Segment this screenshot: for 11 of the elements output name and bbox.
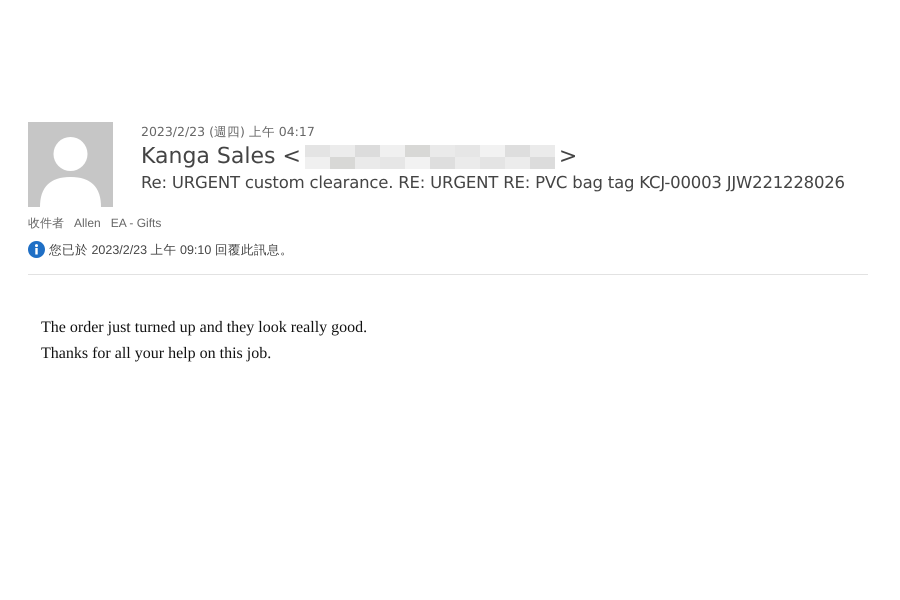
recipient-name[interactable]: EA - Gifts xyxy=(110,215,162,231)
info-icon xyxy=(28,241,45,258)
reply-notice: 您已於 2023/2/23 上午 09:10 回覆此訊息。 xyxy=(49,242,293,258)
sent-date: 2023/2/23 (週四) 上午 04:17 xyxy=(141,124,316,140)
body-text: Thanks for all your help on this job. xyxy=(41,345,272,362)
sender-bracket: > xyxy=(558,143,578,171)
recipient-name[interactable]: Allen xyxy=(74,215,101,231)
body-text: The order just turned up and they look really good. xyxy=(41,319,368,336)
recipients-label: 收件者 xyxy=(28,215,64,231)
sender-name: Kanga Sales < xyxy=(141,143,301,171)
subject-line: Re: URGENT custom clearance. RE: URGENT RE: PVC bag tag KCJ-00003 JJW221228026 xyxy=(141,172,845,194)
